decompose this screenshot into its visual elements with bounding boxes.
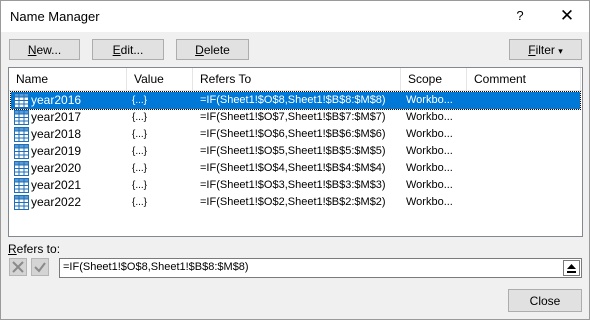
named-range-icon xyxy=(14,161,29,176)
row-value: {...} xyxy=(132,129,148,140)
checkmark-icon[interactable] xyxy=(31,258,49,276)
row-scope: Workbo... xyxy=(406,94,453,106)
column-header-value[interactable]: Value xyxy=(127,68,193,90)
row-refers-to: =IF(Sheet1!$O$5,Sheet1!$B$5:$M$5) xyxy=(200,145,386,157)
column-header-scope[interactable]: Scope xyxy=(401,68,467,90)
row-value: {...} xyxy=(132,146,148,157)
row-value: {...} xyxy=(132,197,148,208)
row-refers-to: =IF(Sheet1!$O$2,Sheet1!$B$2:$M$2) xyxy=(200,196,386,208)
row-scope: Workbo... xyxy=(406,145,453,157)
names-list[interactable]: Name Value Refers To Scope Comment year2… xyxy=(8,67,583,237)
column-header-comment[interactable]: Comment xyxy=(467,68,581,90)
named-range-icon xyxy=(14,110,29,125)
row-name: year2018 xyxy=(31,127,82,141)
row-name: year2019 xyxy=(31,144,82,158)
named-range-icon xyxy=(14,178,29,193)
new-button[interactable]: New... xyxy=(9,39,80,60)
row-scope: Workbo... xyxy=(406,196,453,208)
list-header: Name Value Refers To Scope Comment xyxy=(9,68,582,91)
delete-button[interactable]: Delete xyxy=(176,39,249,60)
row-refers-to: =IF(Sheet1!$O$6,Sheet1!$B$6:$M$6) xyxy=(200,128,386,140)
new-button-label: ew... xyxy=(36,43,62,57)
column-header-name[interactable]: Name xyxy=(9,68,127,90)
filter-button-access-key: F xyxy=(528,43,536,57)
row-refers-to: =IF(Sheet1!$O$4,Sheet1!$B$4:$M$4) xyxy=(200,162,386,174)
refers-to-label: Refers to: xyxy=(8,242,60,256)
row-scope: Workbo... xyxy=(406,162,453,174)
row-scope: Workbo... xyxy=(406,179,453,191)
chevron-down-icon: ▾ xyxy=(558,46,563,56)
refers-to-value: =IF(Sheet1!$O$8,Sheet1!$B$8:$M$8) xyxy=(63,261,249,273)
row-value: {...} xyxy=(132,163,148,174)
row-name: year2020 xyxy=(31,161,82,175)
row-refers-to: =IF(Sheet1!$O$8,Sheet1!$B$8:$M$8) xyxy=(200,94,386,106)
collapse-dialog-icon[interactable] xyxy=(563,260,580,276)
delete-button-label: elete xyxy=(203,43,230,57)
table-row[interactable]: year2016 {...} =IF(Sheet1!$O$8,Sheet1!$B$8… xyxy=(10,91,581,110)
table-row[interactable]: year2022 {...} =IF(Sheet1!$O$2,Sheet1!$B$2… xyxy=(11,194,580,211)
named-range-icon xyxy=(14,144,29,159)
row-value: {...} xyxy=(132,95,148,106)
name-manager-dialog: Name Manager ? ✕ New... Edit... Delete F… xyxy=(0,0,590,320)
row-name: year2016 xyxy=(31,93,82,107)
named-range-icon xyxy=(14,127,29,142)
row-refers-to: =IF(Sheet1!$O$3,Sheet1!$B$3:$M$3) xyxy=(200,179,386,191)
delete-button-access-key: D xyxy=(195,43,204,57)
row-scope: Workbo... xyxy=(406,111,453,123)
row-name: year2022 xyxy=(31,195,82,209)
title-bar: Name Manager ? ✕ xyxy=(1,1,589,32)
table-row[interactable]: year2017 {...} =IF(Sheet1!$O$7,Sheet1!$B$7… xyxy=(11,109,580,126)
row-name: year2017 xyxy=(31,110,82,124)
named-range-icon xyxy=(14,93,29,108)
row-value: {...} xyxy=(132,180,148,191)
row-refers-to: =IF(Sheet1!$O$7,Sheet1!$B$7:$M$7) xyxy=(200,111,386,123)
help-button[interactable]: ? xyxy=(506,5,534,27)
row-scope: Workbo... xyxy=(406,128,453,140)
edit-button[interactable]: Edit... xyxy=(92,39,164,60)
row-value: {...} xyxy=(132,112,148,123)
filter-button[interactable]: Filter ▾ xyxy=(509,39,582,60)
close-button[interactable]: Close xyxy=(508,289,582,312)
edit-button-access-key: E xyxy=(112,43,121,57)
column-header-refers-to[interactable]: Refers To xyxy=(193,68,401,90)
dialog-title: Name Manager xyxy=(10,9,100,24)
cancel-x-icon[interactable] xyxy=(9,258,27,276)
edit-button-label: dit... xyxy=(120,43,144,57)
refers-to-input[interactable]: =IF(Sheet1!$O$8,Sheet1!$B$8:$M$8) xyxy=(59,258,582,278)
row-name: year2021 xyxy=(31,178,82,192)
table-row[interactable]: year2021 {...} =IF(Sheet1!$O$3,Sheet1!$B$3… xyxy=(11,177,580,194)
named-range-icon xyxy=(14,195,29,210)
refers-to-access-key: R xyxy=(8,242,17,256)
table-row[interactable]: year2020 {...} =IF(Sheet1!$O$4,Sheet1!$B$4… xyxy=(11,160,580,177)
table-row[interactable]: year2019 {...} =IF(Sheet1!$O$5,Sheet1!$B$5… xyxy=(11,143,580,160)
refers-to-label-text: efers to: xyxy=(16,242,61,256)
table-row[interactable]: year2018 {...} =IF(Sheet1!$O$6,Sheet1!$B$6… xyxy=(11,126,580,143)
filter-button-label: ilter xyxy=(535,43,555,57)
close-window-button[interactable]: ✕ xyxy=(553,5,581,27)
